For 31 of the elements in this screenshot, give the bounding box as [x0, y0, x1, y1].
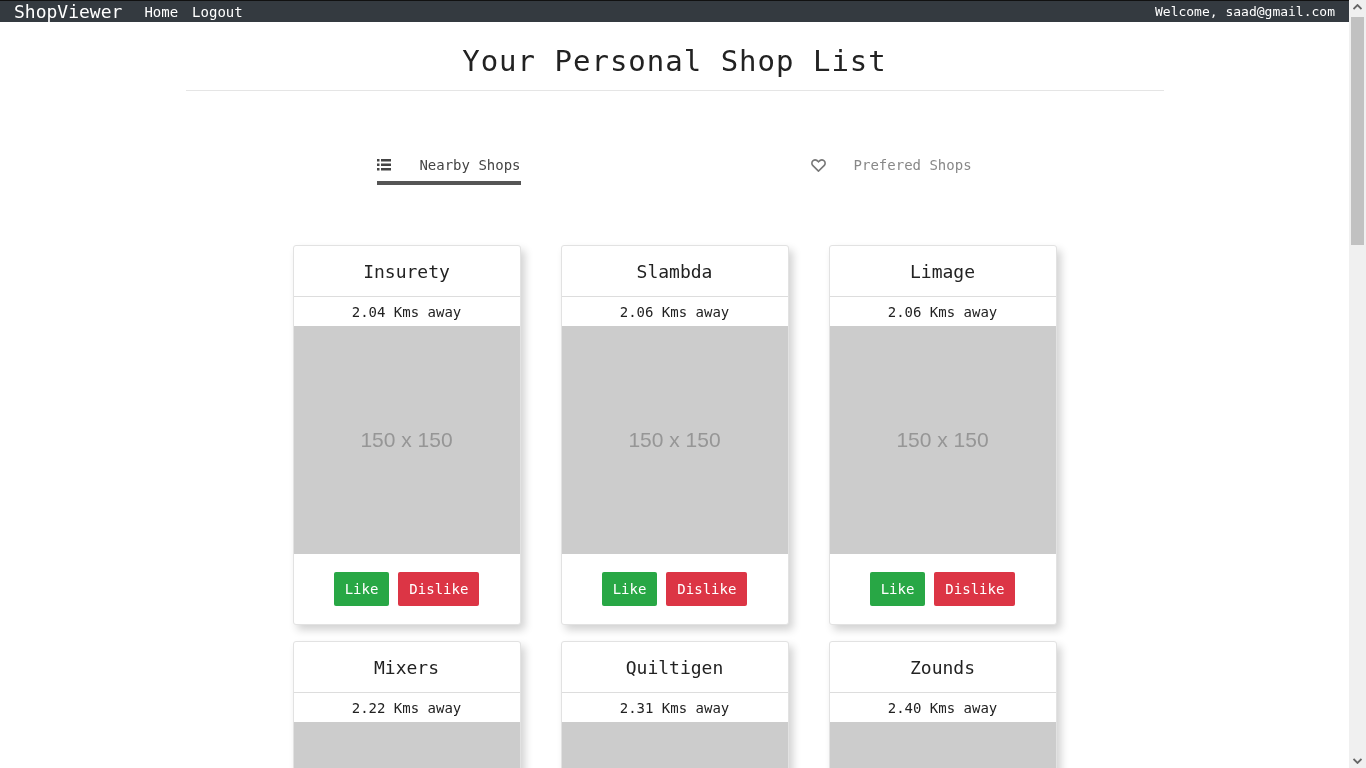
- like-button[interactable]: Like: [333, 572, 390, 606]
- brand-logo[interactable]: ShopViewer: [14, 1, 123, 22]
- list-icon: [377, 159, 392, 171]
- shop-distance: 2.31 Kms away: [618, 698, 731, 718]
- welcome-text: Welcome, saad@gmail.com: [1155, 4, 1335, 19]
- tab[interactable]: Nearby Shops: [377, 155, 521, 185]
- dislike-button[interactable]: Dislike: [666, 572, 748, 606]
- scrollbar-thumb[interactable]: [1351, 17, 1364, 245]
- tab[interactable]: Prefered Shops: [810, 155, 972, 185]
- dislike-button[interactable]: Dislike: [934, 572, 1016, 606]
- shop-name: Mixers: [293, 642, 520, 693]
- shop-name: Quiltigen: [561, 642, 788, 693]
- nav-link[interactable]: Home: [144, 3, 179, 20]
- scroll-up-icon[interactable]: [1353, 4, 1362, 10]
- shop-name: Slambda: [561, 246, 788, 297]
- page-title: Your Personal Shop List: [462, 44, 887, 78]
- shop-distance: 2.06 Kms away: [886, 302, 999, 322]
- heart-icon: [810, 158, 826, 172]
- like-button[interactable]: Like: [601, 572, 658, 606]
- shop-name: Zounds: [829, 642, 1056, 693]
- shop-distance: 2.06 Kms away: [618, 302, 731, 322]
- scrollbar[interactable]: [1349, 0, 1366, 768]
- scroll-down-icon[interactable]: [1353, 758, 1362, 764]
- dislike-button[interactable]: Dislike: [398, 572, 480, 606]
- shop-name: Limage: [829, 246, 1056, 297]
- shop-name: Insurety: [293, 246, 520, 297]
- shop-distance: 2.04 Kms away: [350, 302, 463, 322]
- shop-distance: 2.22 Kms away: [350, 698, 463, 718]
- shop-distance: 2.40 Kms away: [886, 698, 999, 718]
- nav-link[interactable]: Logout: [192, 3, 243, 20]
- like-button[interactable]: Like: [869, 572, 926, 606]
